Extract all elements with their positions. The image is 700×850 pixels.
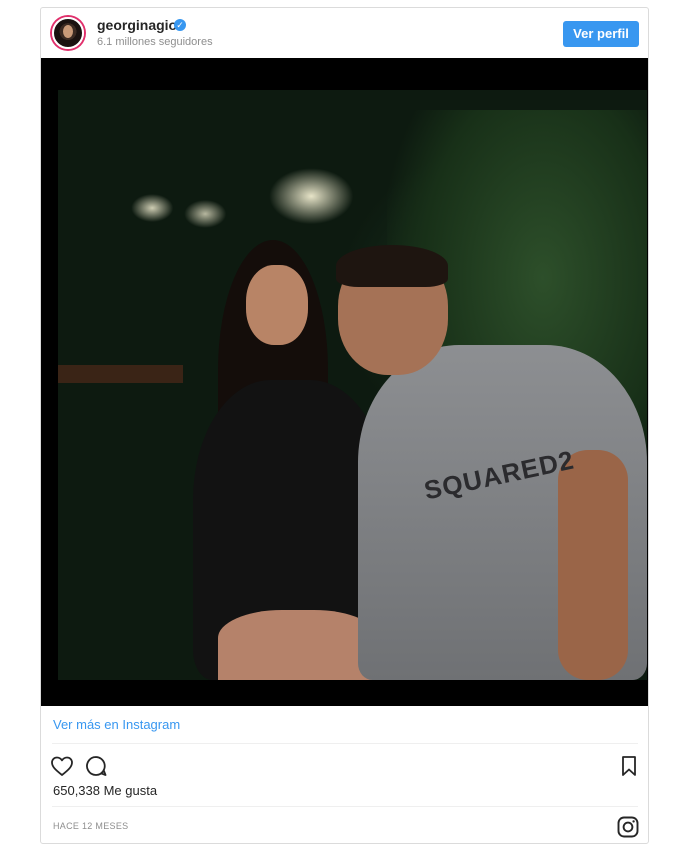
view-profile-button[interactable]: Ver perfil [563, 21, 639, 47]
photo-person-left-face [246, 265, 308, 345]
view-more-on-instagram-link[interactable]: Ver más en Instagram [53, 717, 180, 732]
divider [52, 806, 638, 807]
post-photo[interactable]: SQUARED2 [58, 90, 647, 680]
instagram-embed-card: georginagio ✓ 6.1 millones seguidores Ve… [40, 7, 649, 844]
instagram-logo-icon[interactable] [616, 815, 640, 839]
divider [52, 743, 638, 744]
photo-table [58, 365, 183, 383]
bookmark-icon[interactable] [617, 754, 641, 778]
verified-check-icon: ✓ [174, 19, 186, 31]
followers-count: 6.1 millones seguidores [97, 36, 213, 48]
photo-person-right-hair [336, 245, 448, 287]
post-media-frame[interactable]: SQUARED2 [41, 58, 648, 706]
avatar[interactable] [52, 17, 84, 49]
comment-icon[interactable] [84, 754, 108, 778]
photo-person-right-arm [558, 450, 628, 680]
username-link[interactable]: georginagio [97, 17, 177, 33]
photo-person-left-leg [218, 610, 378, 680]
heart-icon[interactable] [50, 754, 74, 778]
post-header: georginagio ✓ 6.1 millones seguidores Ve… [41, 8, 648, 58]
likes-count[interactable]: 650,338 Me gusta [53, 783, 157, 798]
post-timestamp[interactable]: HACE 12 MESES [53, 821, 128, 831]
